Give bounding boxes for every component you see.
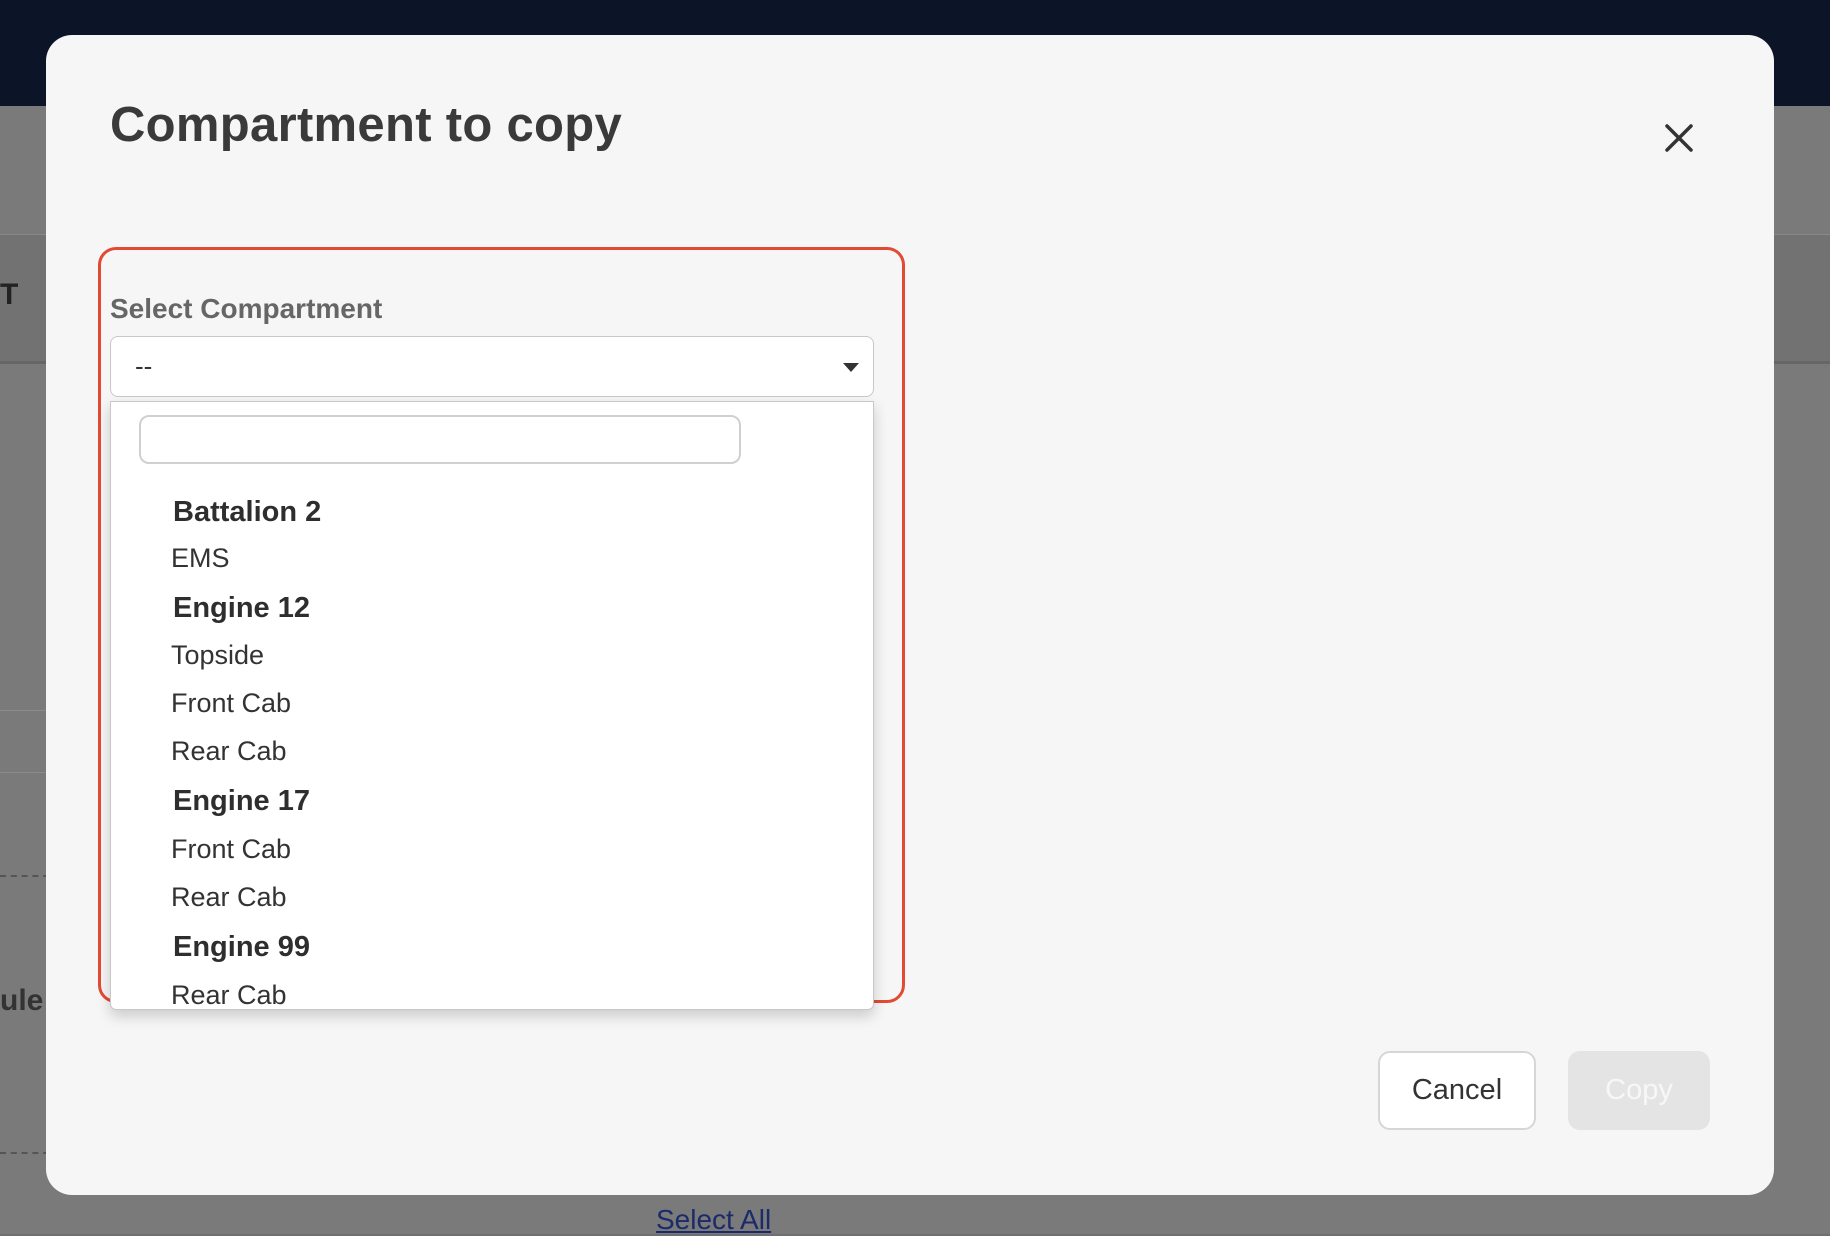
option-group-engine-12: Engine 12 [173, 592, 310, 624]
option-ems[interactable]: EMS [171, 543, 230, 574]
option-group-engine-17: Engine 17 [173, 785, 310, 817]
copy-compartment-modal: Compartment to copy Select Compartment -… [46, 35, 1774, 1195]
selected-value: -- [135, 351, 153, 381]
caret-down-icon [843, 363, 859, 372]
option-front-cab[interactable]: Front Cab [171, 834, 291, 865]
select-all-link[interactable]: Select All [656, 1204, 771, 1236]
compartment-select[interactable]: -- [110, 336, 874, 397]
option-rear-cab[interactable]: Rear Cab [171, 882, 287, 913]
dropdown-search-input[interactable] [139, 415, 741, 464]
close-button[interactable] [1654, 113, 1704, 163]
compartment-dropdown: Battalion 2 EMS Engine 12 Topside Front … [110, 401, 874, 1010]
option-topside[interactable]: Topside [171, 640, 264, 671]
background-text-fragment: T [0, 278, 19, 311]
close-icon [1665, 124, 1693, 152]
cancel-button[interactable]: Cancel [1378, 1051, 1536, 1130]
option-group-battalion-2: Battalion 2 [173, 496, 322, 528]
select-compartment-label: Select Compartment [110, 293, 383, 324]
option-rear-cab[interactable]: Rear Cab [171, 980, 287, 1009]
copy-button[interactable]: Copy [1568, 1051, 1710, 1130]
modal-title: Compartment to copy [110, 98, 623, 152]
option-group-engine-99: Engine 99 [173, 931, 310, 963]
option-front-cab[interactable]: Front Cab [171, 688, 291, 719]
option-rear-cab[interactable]: Rear Cab [171, 736, 287, 767]
